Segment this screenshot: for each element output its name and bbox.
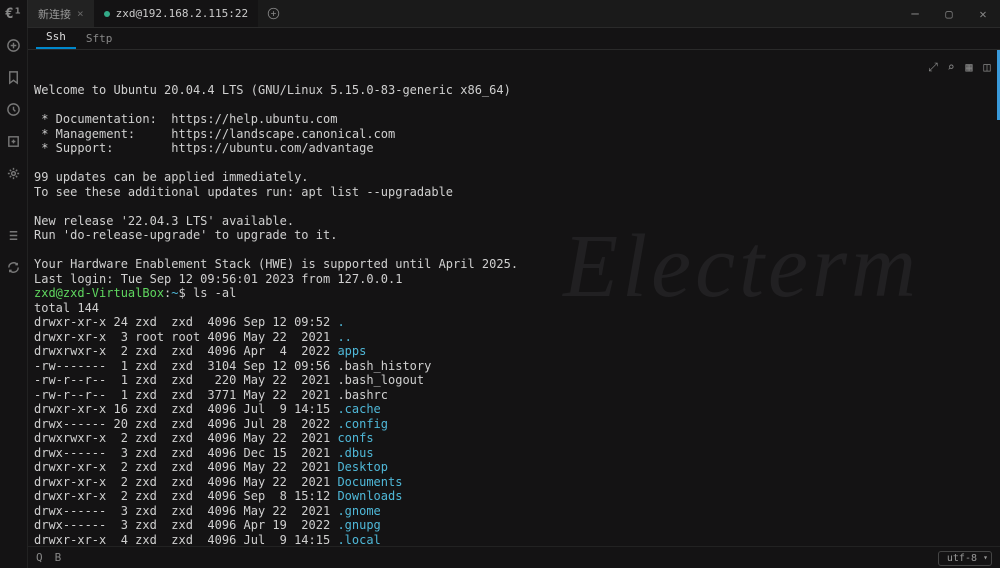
tab-close-icon[interactable]: ×: [77, 7, 84, 20]
window-controls: ─ ▢ ✕: [898, 0, 1000, 27]
motd-updates-hint: To see these additional updates run: apt…: [34, 185, 453, 199]
add-tab-button[interactable]: [262, 3, 284, 25]
status-q[interactable]: Q: [36, 551, 43, 564]
motd-mgmt: * Management: https://landscape.canonica…: [34, 127, 395, 141]
status-b[interactable]: B: [55, 551, 62, 564]
transfer-icon[interactable]: [3, 130, 25, 152]
sidebar: [0, 28, 28, 568]
tab-ssh-session[interactable]: zxd@192.168.2.115:22: [94, 0, 258, 27]
terminal-output[interactable]: Electerm Welcome to Ubuntu 20.04.4 LTS (…: [28, 50, 1000, 546]
subtabs: Ssh Sftp: [28, 28, 1000, 50]
ls-total: total 144: [34, 301, 99, 315]
watermark: Electerm: [563, 260, 920, 275]
motd-doc: * Documentation: https://help.ubuntu.com: [34, 112, 337, 126]
new-session-icon[interactable]: [3, 34, 25, 56]
prompt-line: zxd@zxd-VirtualBox:~$ ls -al: [34, 286, 236, 300]
motd-release: New release '22.04.3 LTS' available.: [34, 214, 294, 228]
maximize-button[interactable]: ▢: [932, 0, 966, 27]
motd-welcome: Welcome to Ubuntu 20.04.4 LTS (GNU/Linux…: [34, 83, 511, 97]
motd-hwe: Your Hardware Enablement Stack (HWE) is …: [34, 257, 518, 271]
statusbar: Q B utf-8: [28, 546, 1000, 568]
status-left: Q B: [36, 551, 61, 564]
tab-ssh[interactable]: Ssh: [36, 26, 76, 49]
motd-lastlogin: Last login: Tue Sep 12 09:56:01 2023 fro…: [34, 272, 402, 286]
settings-icon[interactable]: [3, 162, 25, 184]
tab-label: zxd@192.168.2.115:22: [116, 7, 248, 20]
history-icon[interactable]: [3, 98, 25, 120]
motd-updates: 99 updates can be applied immediately.: [34, 170, 309, 184]
motd-release-hint: Run 'do-release-upgrade' to upgrade to i…: [34, 228, 337, 242]
bookmark-icon[interactable]: [3, 66, 25, 88]
titlebar: €¹ 新连接 × zxd@192.168.2.115:22 ─ ▢ ✕: [0, 0, 1000, 28]
tab-new-connection[interactable]: 新连接 ×: [28, 0, 94, 27]
encoding-select[interactable]: utf-8: [938, 551, 992, 566]
list-icon[interactable]: [3, 224, 25, 246]
close-button[interactable]: ✕: [966, 0, 1000, 27]
main: Ssh Sftp ⤢ ⌕ ▦ ◫ Electerm Welcome to Ubu…: [28, 28, 1000, 546]
motd-support: * Support: https://ubuntu.com/advantage: [34, 141, 374, 155]
tab-label: 新连接: [38, 6, 71, 22]
status-right: utf-8: [938, 551, 992, 564]
status-dot-icon: [104, 11, 110, 17]
ls-listing: drwxr-xr-x 24 zxd zxd 4096 Sep 12 09:52 …: [34, 315, 994, 546]
tab-sftp[interactable]: Sftp: [76, 28, 123, 49]
titlebar-left: €¹ 新连接 × zxd@192.168.2.115:22: [0, 0, 898, 27]
minimize-button[interactable]: ─: [898, 0, 932, 27]
app-logo[interactable]: €¹: [0, 0, 28, 28]
sync-icon[interactable]: [3, 256, 25, 278]
